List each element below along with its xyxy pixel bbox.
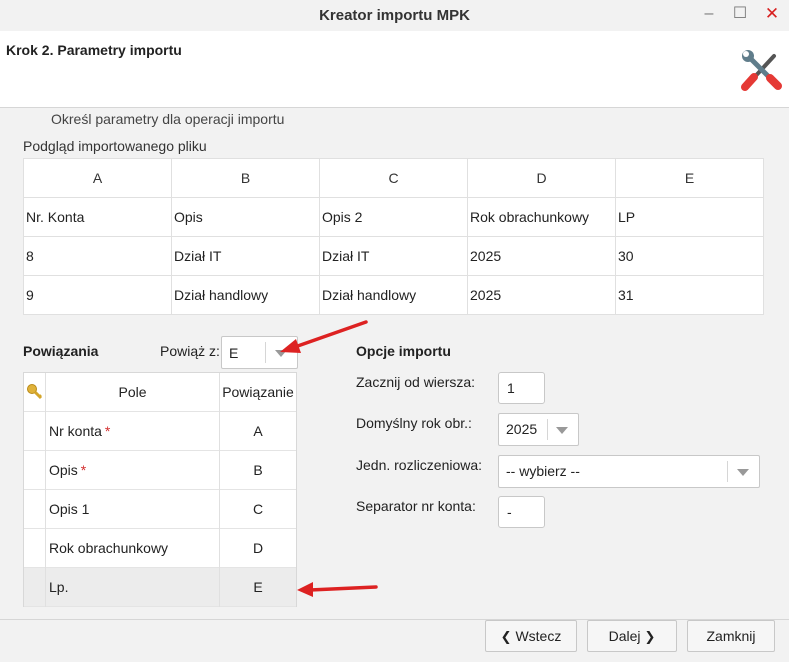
step-title: Krok 2. Parametry importu — [6, 42, 182, 58]
back-button[interactable]: ❮ Wstecz — [485, 620, 577, 652]
annotation-arrow-icon — [280, 320, 368, 353]
default-year-combo[interactable]: 2025 — [498, 413, 579, 446]
table-cell: Nr. Konta — [23, 197, 172, 237]
binding-value: B — [253, 462, 263, 478]
start-row-label: Zacznij od wiersza: — [356, 374, 476, 390]
table-cell: LP — [615, 197, 764, 237]
table-cell: Opis 2 — [319, 197, 468, 237]
binding-column-header[interactable]: Powiązanie — [220, 373, 296, 412]
table-cell: Dział IT — [171, 236, 320, 276]
minimize-icon[interactable]: – — [697, 3, 721, 27]
preview-table: A B C D E Nr. Konta Opis Opis 2 Rok obra… — [23, 158, 764, 315]
field-name: Nr konta — [49, 423, 102, 439]
link-with-label: Powiąż z: — [160, 343, 220, 359]
table-row-selected[interactable]: Lp. E — [24, 568, 296, 607]
next-button[interactable]: Dalej ❯ — [587, 620, 677, 652]
field-name: Rok obrachunkowy — [46, 529, 220, 568]
table-cell: Opis — [171, 197, 320, 237]
binding-value: C — [252, 501, 264, 517]
start-row-input[interactable]: 1 — [498, 372, 545, 404]
table-row[interactable]: Opis * B — [24, 451, 296, 490]
default-year-label: Domyślny rok obr.: — [356, 415, 472, 431]
column-header[interactable]: E — [615, 158, 764, 198]
annotation-arrow-icon — [297, 582, 378, 597]
close-icon[interactable]: ✕ — [760, 3, 784, 27]
table-row[interactable]: Rok obrachunkowy D — [24, 529, 296, 568]
chevron-down-icon[interactable] — [556, 427, 568, 434]
grid-header-row: Pole Powiązanie — [24, 373, 296, 412]
link-with-value: E — [229, 345, 239, 361]
chevron-down-icon[interactable] — [737, 469, 749, 476]
column-header[interactable]: C — [319, 158, 468, 198]
instruction-text: Określ parametry dla operacji importu — [51, 111, 285, 127]
close-button-label: Zamknij — [706, 628, 756, 644]
table-cell: 2025 — [467, 275, 616, 315]
close-button[interactable]: Zamknij — [687, 620, 775, 652]
wizard-header: Krok 2. Parametry importu — [0, 31, 789, 108]
column-header[interactable]: D — [467, 158, 616, 198]
back-button-label: Wstecz — [515, 628, 562, 644]
field-name: Opis — [49, 462, 78, 478]
bindings-title: Powiązania — [23, 343, 99, 359]
table-row: 8 Dział IT Dział IT 2025 30 — [23, 236, 764, 276]
unit-value: -- wybierz -- — [506, 463, 580, 479]
preview-label: Podgląd importowanego pliku — [23, 138, 207, 154]
table-row[interactable]: Nr konta * A — [24, 412, 296, 451]
table-row[interactable]: Opis 1 C — [24, 490, 296, 529]
table-cell: 8 — [23, 236, 172, 276]
wizard-footer: ❮ Wstecz Dalej ❯ Zamknij — [0, 619, 789, 662]
table-cell: 30 — [615, 236, 764, 276]
separator-label: Separator nr konta: — [356, 498, 476, 514]
table-cell: Dział handlowy — [319, 275, 468, 315]
required-marker: * — [80, 462, 87, 478]
table-row: Nr. Konta Opis Opis 2 Rok obrachunkowy L… — [23, 197, 764, 237]
key-column-header — [24, 373, 46, 412]
column-header[interactable]: B — [171, 158, 320, 198]
unit-combo[interactable]: -- wybierz -- — [498, 455, 760, 488]
table-cell: Rok obrachunkowy — [467, 197, 616, 237]
separator-input[interactable]: - — [498, 496, 545, 528]
table-cell: Dział handlowy — [171, 275, 320, 315]
chevron-left-icon: ❮ — [500, 629, 512, 644]
preview-header-row: A B C D E — [23, 158, 764, 198]
binding-value: A — [253, 423, 263, 439]
binding-value: D — [252, 540, 264, 556]
chevron-right-icon: ❯ — [644, 629, 656, 644]
bindings-grid: Pole Powiązanie Nr konta * A Opis * B Opis… — [23, 372, 297, 607]
default-year-value: 2025 — [506, 421, 538, 437]
table-cell: Dział IT — [319, 236, 468, 276]
table-row: 9 Dział handlowy Dział handlowy 2025 31 — [23, 275, 764, 315]
maximize-icon[interactable]: ☐ — [728, 3, 752, 27]
column-header[interactable]: A — [23, 158, 172, 198]
field-name: Opis 1 — [46, 490, 220, 529]
title-bar: Kreator importu MPK – ☐ ✕ — [0, 0, 789, 31]
required-marker: * — [104, 423, 111, 439]
window-title: Kreator importu MPK — [319, 7, 470, 24]
table-cell: 9 — [23, 275, 172, 315]
key-icon — [27, 384, 43, 400]
field-column-header[interactable]: Pole — [46, 373, 220, 412]
table-cell: 31 — [615, 275, 764, 315]
binding-value: E — [253, 579, 263, 595]
table-cell: 2025 — [467, 236, 616, 276]
field-name: Lp. — [46, 568, 220, 607]
unit-label: Jedn. rozliczeniowa: — [356, 457, 483, 473]
tools-icon — [741, 50, 782, 91]
next-button-label: Dalej — [608, 628, 641, 644]
